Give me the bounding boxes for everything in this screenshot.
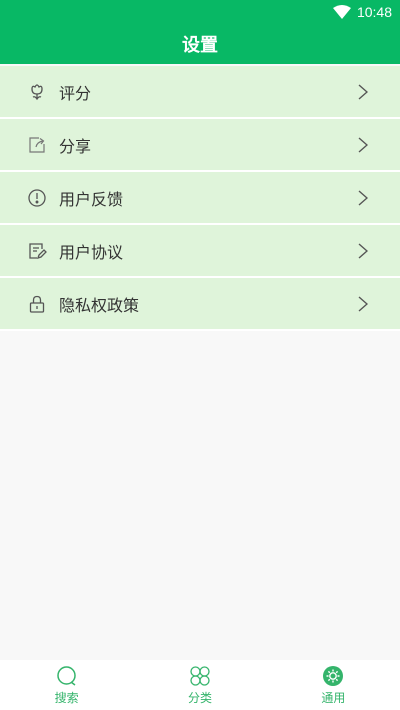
tab-label: 分类: [187, 690, 212, 705]
tab-label: 通用: [321, 690, 346, 705]
settings-item-label: 隐私权政策: [59, 295, 140, 315]
settings-item-user-agreement[interactable]: 用户协议: [0, 225, 400, 278]
chevron-right-icon: [356, 136, 370, 153]
tab-search[interactable]: 搜索: [0, 660, 133, 710]
tab-label: 搜索: [54, 690, 79, 705]
status-bar: 10:48: [0, 0, 400, 24]
settings-item-feedback[interactable]: 用户反馈: [0, 172, 400, 225]
share-icon: [27, 135, 47, 155]
wifi-icon: [332, 5, 351, 19]
settings-item-rating[interactable]: 评分: [0, 66, 400, 119]
settings-item-label: 用户反馈: [59, 189, 124, 209]
lock-icon: [27, 294, 47, 314]
settings-item-label: 用户协议: [59, 242, 124, 262]
category-icon: [189, 665, 211, 687]
chevron-right-icon: [356, 189, 370, 206]
settings-item-label: 评分: [59, 83, 92, 103]
chevron-right-icon: [356, 83, 370, 100]
app-bar: 设置: [0, 24, 400, 64]
settings-item-privacy-policy[interactable]: 隐私权政策: [0, 278, 400, 331]
gear-icon: [322, 665, 344, 687]
settings-item-label: 分享: [59, 136, 92, 156]
tab-general[interactable]: 通用: [267, 660, 400, 710]
flower-icon: [27, 82, 47, 102]
settings-list: 评分 分享 用户反馈 用户协议 隐私权政策: [0, 66, 400, 331]
status-time: 10:48: [356, 4, 392, 20]
page-title: 设置: [182, 35, 218, 56]
settings-item-share[interactable]: 分享: [0, 119, 400, 172]
chevron-right-icon: [356, 242, 370, 259]
chevron-right-icon: [356, 295, 370, 312]
search-icon: [56, 665, 78, 687]
alert-circle-icon: [27, 188, 47, 208]
document-edit-icon: [27, 241, 47, 261]
bottom-tab-bar: 搜索 分类 通用: [0, 660, 400, 710]
tab-category[interactable]: 分类: [133, 660, 266, 710]
